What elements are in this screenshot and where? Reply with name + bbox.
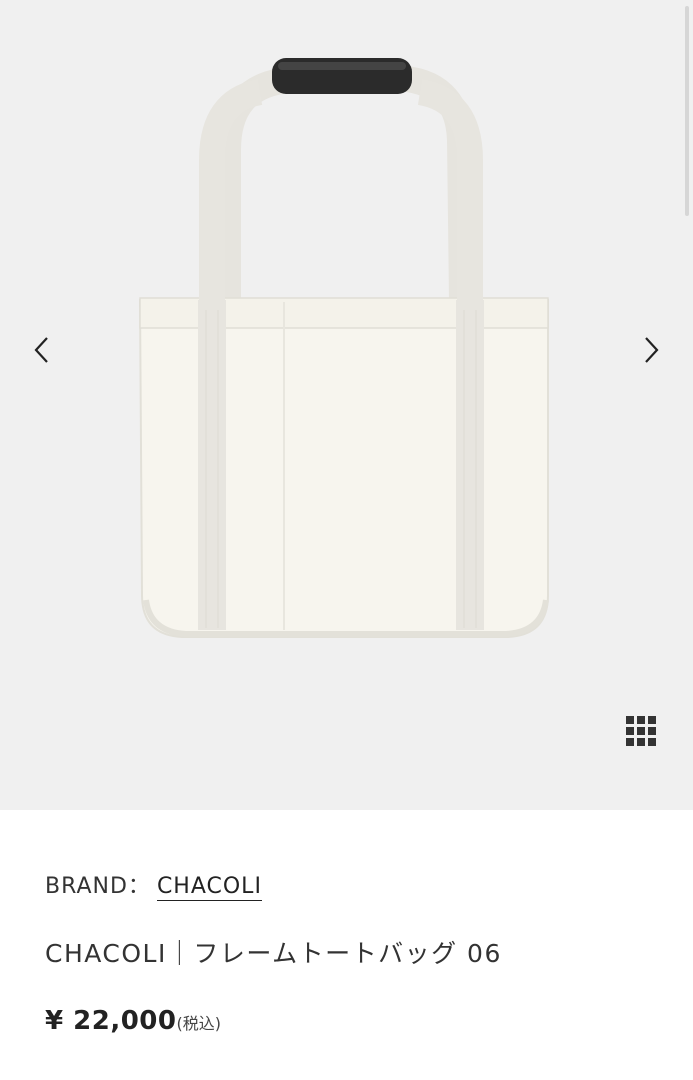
scrollbar[interactable] bbox=[685, 6, 689, 216]
tax-note: (税込) bbox=[176, 1014, 221, 1033]
chevron-left-icon bbox=[34, 337, 48, 363]
brand-row: BRAND： CHACOLI bbox=[45, 868, 262, 901]
previous-image-button[interactable] bbox=[22, 330, 62, 370]
next-image-button[interactable] bbox=[631, 330, 671, 370]
chevron-right-icon bbox=[645, 337, 659, 363]
product-price: ¥ 22,000 bbox=[45, 1006, 177, 1036]
grid-view-button[interactable] bbox=[626, 716, 660, 750]
brand-label: BRAND： bbox=[45, 874, 151, 899]
price-row: ¥ 22,000(税込) bbox=[45, 1006, 221, 1036]
brand-link[interactable]: CHACOLI bbox=[156, 874, 262, 901]
product-title: CHACOLI｜フレームトートバッグ 06 bbox=[45, 939, 502, 968]
product-image-gallery[interactable] bbox=[0, 0, 693, 810]
product-image bbox=[138, 58, 549, 638]
grid-icon bbox=[626, 716, 634, 724]
